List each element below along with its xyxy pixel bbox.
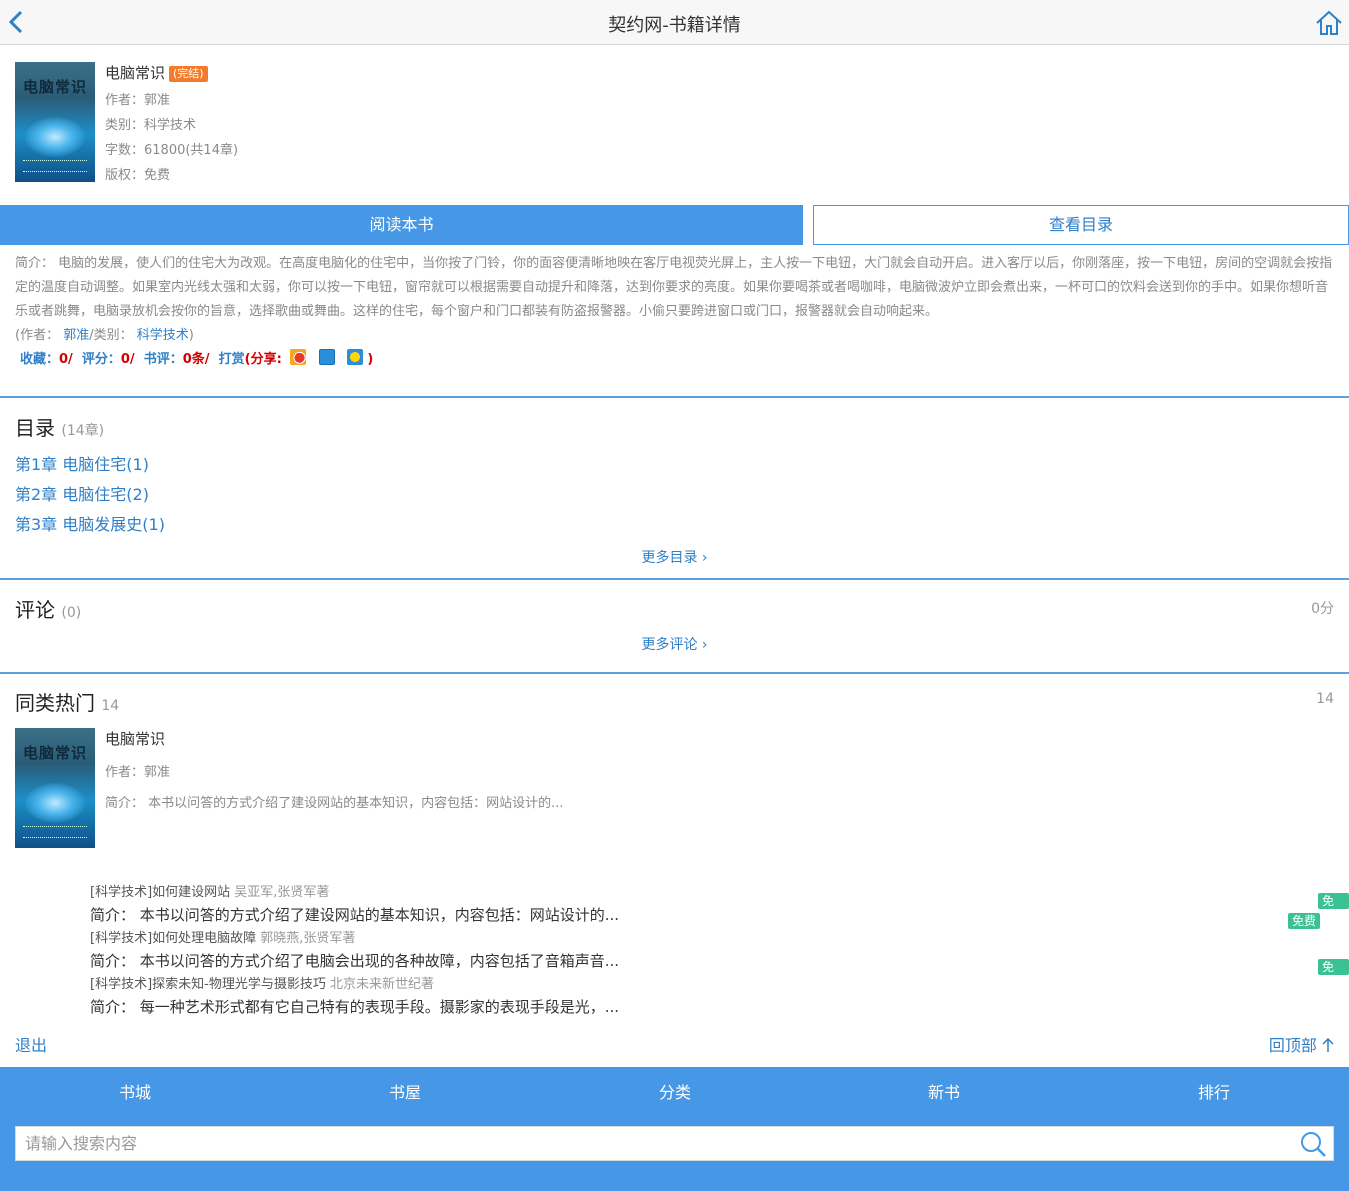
rec-title[interactable]: [科学技术]如何处理电脑故障 bbox=[90, 931, 256, 946]
rec-author: 北京未来新世纪著 bbox=[329, 977, 434, 992]
rec-author: 吴亚军,张贤军著 bbox=[234, 885, 330, 900]
author-link[interactable]: 郭准 bbox=[63, 328, 89, 343]
rec-intro: 简介： 本书以问答的方式介绍了电脑会出现的各种故障，内容包括了音箱声音... bbox=[90, 952, 620, 970]
search-input[interactable] bbox=[16, 1127, 1296, 1160]
rec-author: 郭晓燕,张贤军著 bbox=[260, 931, 356, 946]
more-comments-link[interactable]: 更多评论 › bbox=[0, 634, 1349, 654]
score-value: 0/ bbox=[120, 352, 135, 367]
footer: 书城 书屋 分类 新书 排行 bbox=[0, 1067, 1349, 1191]
book-word-count: 字数：61800(共14章) bbox=[105, 143, 239, 158]
book-intro: 简介： 电脑的发展，使人们的住宅大为改观。在高度电脑化的住宅中，当你按了门铃，你… bbox=[15, 256, 1333, 319]
divider bbox=[0, 672, 1349, 674]
rec-title[interactable]: [科学技术]如何建设网站 bbox=[90, 885, 230, 900]
view-toc-button[interactable]: 查看目录 bbox=[813, 205, 1349, 245]
star-icon[interactable] bbox=[347, 349, 364, 365]
toc-item[interactable]: 第3章 电脑发展史(1) bbox=[15, 511, 165, 535]
qzone-icon[interactable] bbox=[318, 349, 335, 365]
divider bbox=[0, 578, 1349, 580]
favorites-count: 0/ bbox=[59, 352, 73, 367]
page-title: 契约网-书籍详情 bbox=[608, 15, 741, 36]
free-badge: 免费 bbox=[1318, 893, 1349, 924]
divider bbox=[0, 396, 1349, 398]
read-book-button[interactable]: 阅读本书 bbox=[0, 205, 803, 245]
home-icon[interactable] bbox=[1315, 9, 1343, 37]
nav-item-bookroom[interactable]: 书屋 bbox=[355, 1079, 455, 1103]
nav-item-new-books[interactable]: 新书 bbox=[894, 1079, 994, 1103]
list-item[interactable]: [科学技术]如何建设网站 吴亚军,张贤军著 简介： 本书以问答的方式介绍了建设网… bbox=[90, 881, 619, 925]
exit-link[interactable]: 退出 bbox=[15, 1032, 47, 1056]
similar-book-author: 作者：郭准 bbox=[105, 765, 171, 780]
toc-item[interactable]: 第1章 电脑住宅(1) bbox=[15, 451, 149, 475]
list-item[interactable]: [科学技术]探索未知-物理光学与摄影技巧 北京未来新世纪著 简介： 每一种艺术形… bbox=[90, 973, 619, 1017]
free-badge: 免费 bbox=[1288, 913, 1321, 929]
byline: (作者： 郭准/类别： 科学技术) bbox=[15, 328, 194, 343]
comments-score: 0分 bbox=[1311, 601, 1334, 617]
status-badge: (完结) bbox=[169, 66, 208, 82]
free-badge: 免费 bbox=[1318, 959, 1349, 990]
cover-title: 电脑常识 bbox=[23, 78, 88, 96]
book-category: 类别：科学技术 bbox=[105, 118, 197, 133]
footer-nav: 书城 书屋 分类 新书 排行 bbox=[0, 1079, 1349, 1103]
top-bar: 契约网-书籍详情 bbox=[0, 0, 1349, 45]
book-author: 作者：郭准 bbox=[105, 93, 171, 108]
nav-item-ranking[interactable]: 排行 bbox=[1164, 1079, 1264, 1103]
reward-link[interactable]: 打赏 bbox=[219, 352, 245, 367]
cover-title: 电脑常识 bbox=[23, 744, 88, 762]
more-toc-link[interactable]: 更多目录 › bbox=[0, 547, 1349, 567]
book-cover: 电脑常识 bbox=[15, 62, 95, 182]
arrow-up-icon bbox=[1322, 1037, 1334, 1052]
review-count: 0条/ bbox=[182, 352, 210, 367]
similar-book-info: 电脑常识 作者：郭准 简介： 本书以问答的方式介绍了建设网站的基本知识，内容包括… bbox=[105, 728, 564, 811]
list-item[interactable]: [科学技术]如何处理电脑故障 郭晓燕,张贤军著 简介： 本书以问答的方式介绍了电… bbox=[90, 927, 619, 971]
toc-count: (14章) bbox=[61, 423, 105, 439]
similar-book-title[interactable]: 电脑常识 bbox=[105, 728, 564, 749]
weibo-icon[interactable] bbox=[290, 349, 307, 365]
comments-section-title: 评论 (0) bbox=[15, 598, 82, 622]
book-stats: 收藏：0/ 评分：0/ 书评：0条/ 打赏(分享: ) bbox=[20, 348, 373, 367]
similar-book-intro: 简介： 本书以问答的方式介绍了建设网站的基本知识，内容包括：网站设计的... bbox=[105, 796, 564, 811]
similar-count: 14 bbox=[101, 698, 120, 714]
nav-item-bookstore[interactable]: 书城 bbox=[85, 1079, 185, 1103]
rec-intro: 简介： 本书以问答的方式介绍了建设网站的基本知识，内容包括：网站设计的... bbox=[90, 906, 620, 924]
category-link[interactable]: 科学技术 bbox=[137, 328, 189, 343]
nav-item-category[interactable]: 分类 bbox=[625, 1079, 725, 1103]
similar-section-title: 同类热门 14 bbox=[15, 691, 120, 715]
toc-item[interactable]: 第2章 电脑住宅(2) bbox=[15, 481, 149, 505]
back-to-top-link[interactable]: 回顶部 bbox=[1269, 1032, 1334, 1056]
book-copyright: 版权：免费 bbox=[105, 168, 171, 183]
search-icon[interactable] bbox=[1299, 1130, 1327, 1158]
comments-count: (0) bbox=[61, 605, 82, 621]
toc-section-title: 目录 (14章) bbox=[15, 416, 105, 440]
rec-title[interactable]: [科学技术]探索未知-物理光学与摄影技巧 bbox=[90, 977, 326, 992]
book-info: 电脑常识 (完结) 作者：郭准 类别：科学技术 字数：61800(共14章) 版权… bbox=[105, 62, 238, 183]
rec-intro: 简介： 每一种艺术形式都有它自己特有的表现手段。摄影家的表现手段是光，... bbox=[90, 998, 620, 1016]
similar-book-cover[interactable]: 电脑常识 bbox=[15, 728, 95, 848]
book-title: 电脑常识 bbox=[105, 64, 166, 82]
search-bar bbox=[15, 1126, 1334, 1161]
similar-right-count: 14 bbox=[1316, 691, 1334, 707]
